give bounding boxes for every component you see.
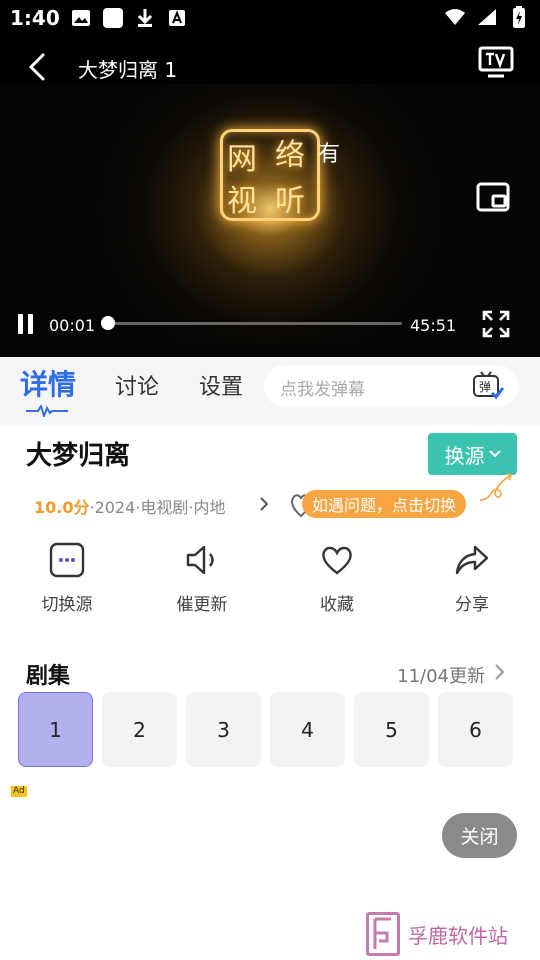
watermark-logo-icon <box>366 912 400 956</box>
progress-track[interactable] <box>104 322 402 325</box>
tab-active-indicator <box>26 405 68 417</box>
status-icons <box>70 7 188 29</box>
wifi-icon <box>444 6 466 28</box>
action-label: 分享 <box>455 595 489 615</box>
tv-cast-button[interactable] <box>478 46 514 78</box>
show-meta[interactable]: 10.0分·2024·电视剧·内地 <box>34 494 225 518</box>
logo-char: 网 <box>227 142 257 177</box>
logo-extra-text: 有 <box>318 142 341 167</box>
tab-discussion[interactable]: 讨论 <box>115 369 159 401</box>
tab-bar: 详情 讨论 设置 点我发弹幕 弹 <box>0 357 540 425</box>
app-icon <box>102 7 124 29</box>
chevron-down-icon <box>488 450 501 458</box>
close-ad-button[interactable]: 关闭 <box>442 813 517 858</box>
heart-icon <box>317 540 357 580</box>
battery-icon <box>508 6 530 28</box>
chevron-right-icon[interactable] <box>492 662 506 682</box>
logo-char: 视 <box>227 184 257 219</box>
font-icon <box>166 7 188 29</box>
episode-item[interactable]: 2 <box>102 692 177 767</box>
watermark-text: 孚鹿软件站 <box>408 924 508 948</box>
logo-char: 听 <box>275 184 305 219</box>
video-logo: 网 络 视 听 <box>220 129 320 221</box>
tip-bubble[interactable]: 如遇问题，点击切换 <box>302 490 467 518</box>
pip-button[interactable] <box>476 182 510 212</box>
back-button[interactable] <box>22 50 52 84</box>
fullscreen-button[interactable] <box>482 310 510 338</box>
tv-icon <box>478 46 514 78</box>
danmaku-placeholder: 点我发弹幕 <box>280 380 365 400</box>
episode-item[interactable]: 1 <box>18 692 93 767</box>
danmaku-input[interactable]: 点我发弹幕 弹 <box>264 365 518 407</box>
episodes-update[interactable]: 11/04更新 <box>397 662 485 688</box>
episode-item[interactable]: 6 <box>438 692 513 767</box>
chevron-right-icon[interactable] <box>256 494 272 514</box>
action-share[interactable]: 分享 <box>417 540 527 615</box>
picture-in-picture-icon <box>476 182 510 212</box>
action-label: 收藏 <box>320 595 354 615</box>
danmaku-icon-char: 弹 <box>479 380 491 394</box>
episodes-title: 剧集 <box>26 664 71 689</box>
status-time: 1:40 <box>10 6 60 30</box>
pause-icon-bar <box>18 314 23 334</box>
video-player[interactable]: 网 络 视 听 有 00:01 45:51 <box>0 84 540 357</box>
back-arrow-icon <box>28 53 45 81</box>
pause-icon-bar <box>28 314 33 334</box>
logo-char: 络 <box>275 138 305 173</box>
action-label: 催更新 <box>176 595 228 615</box>
switch-source-label: 换源 <box>444 443 485 468</box>
ad-badge: Ad <box>11 786 27 797</box>
episode-item[interactable]: 3 <box>186 692 261 767</box>
switch-source-button[interactable]: 换源 <box>428 433 517 475</box>
danmaku-toggle-icon[interactable]: 弹 <box>472 371 505 401</box>
tip-curl-decoration <box>479 473 513 501</box>
action-row: 切换源 催更新 收藏 分享 <box>0 540 540 620</box>
fullscreen-icon <box>482 310 510 338</box>
progress-thumb[interactable] <box>101 316 115 330</box>
video-title: 大梦归离 1 <box>78 58 178 82</box>
more-box-icon <box>47 540 87 580</box>
image-icon <box>70 7 92 29</box>
action-switch-source[interactable]: 切换源 <box>12 540 122 615</box>
status-right <box>444 6 530 28</box>
speaker-icon <box>182 540 222 580</box>
download-icon <box>134 7 156 29</box>
show-meta-text: ·2024·电视剧·内地 <box>89 498 226 517</box>
show-title: 大梦归离 <box>26 441 131 471</box>
action-favorite[interactable]: 收藏 <box>282 540 392 615</box>
watermark: 孚鹿软件站 <box>366 910 526 958</box>
pause-button[interactable] <box>18 314 38 336</box>
tab-detail[interactable]: 详情 <box>20 363 76 403</box>
current-time: 00:01 <box>49 316 96 335</box>
episode-item[interactable]: 4 <box>270 692 345 767</box>
action-urge-update[interactable]: 催更新 <box>147 540 257 615</box>
total-time: 45:51 <box>410 316 457 335</box>
top-bar: 1:40 大梦归离 1 <box>0 0 540 84</box>
show-score: 10.0分 <box>34 498 90 517</box>
share-icon <box>452 540 492 580</box>
episode-item[interactable]: 5 <box>354 692 429 767</box>
tab-settings[interactable]: 设置 <box>199 369 243 401</box>
episode-list: 1 2 3 4 5 6 <box>18 692 513 767</box>
signal-icon <box>476 6 498 28</box>
action-label: 切换源 <box>41 595 93 615</box>
